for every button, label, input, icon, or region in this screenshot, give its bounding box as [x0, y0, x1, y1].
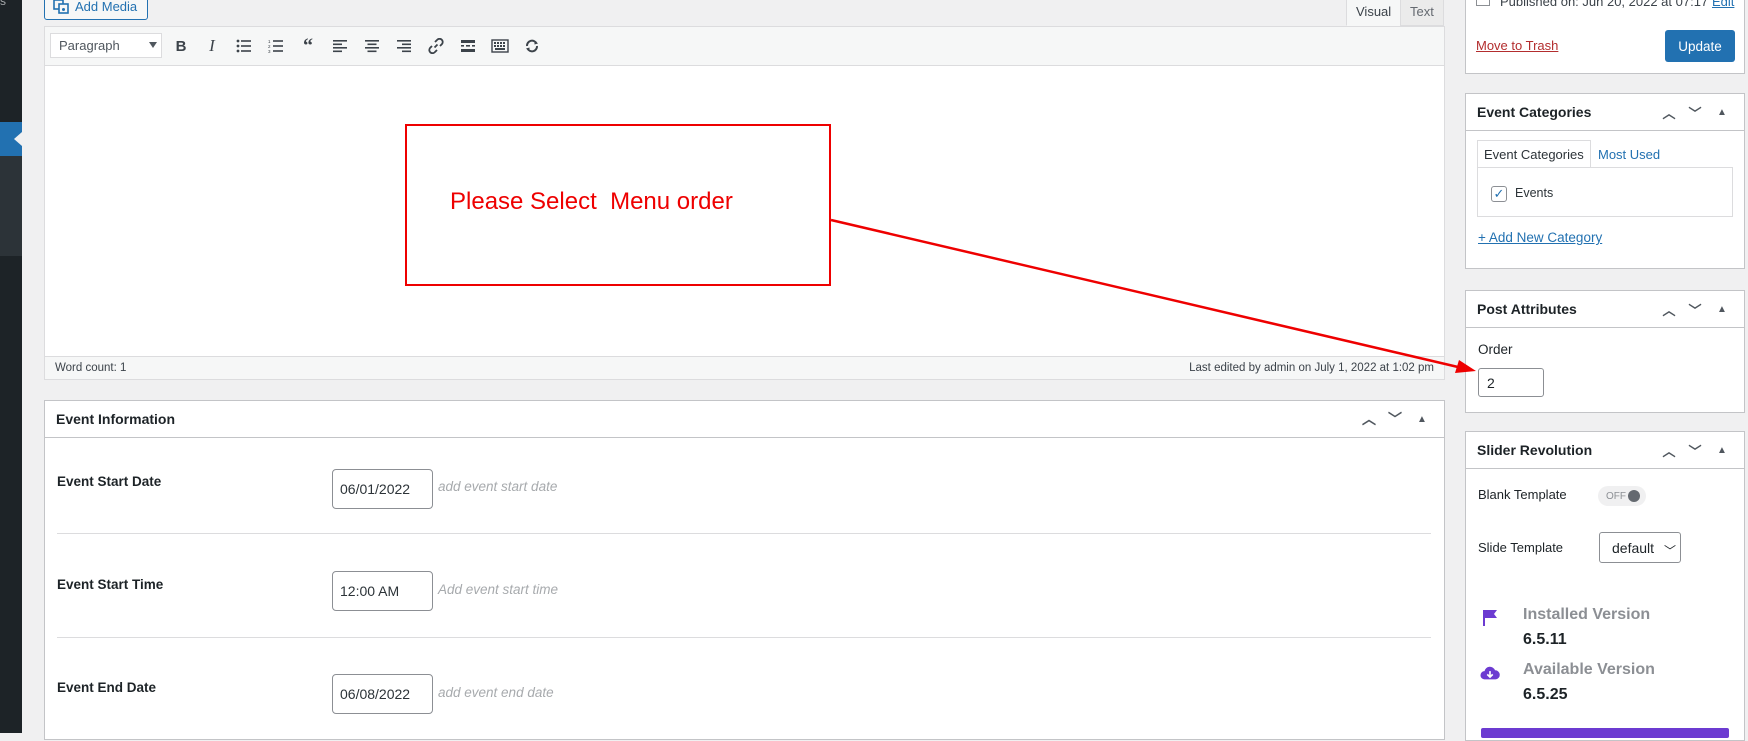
slider-revolution-box	[1465, 431, 1745, 741]
installed-version-label: Installed Version	[1523, 606, 1651, 623]
bulleted-list-icon[interactable]	[231, 35, 257, 57]
category-checkbox[interactable]: ✓	[1491, 186, 1507, 202]
event-start-time-input[interactable]: 12:00 AM	[332, 571, 433, 611]
post-attributes-title: Post Attributes	[1477, 300, 1577, 317]
toggle-knob	[1628, 490, 1640, 502]
move-down-icon[interactable]: ﹀	[1684, 439, 1706, 461]
event-categories-header: Event Categories ︿ ﹀ ▲	[1465, 93, 1745, 131]
cloud-download-icon	[1480, 663, 1500, 683]
move-to-trash-link[interactable]: Move to Trash	[1476, 38, 1558, 53]
blank-template-label: Blank Template	[1478, 487, 1567, 502]
calendar-icon	[1476, 0, 1490, 6]
move-down-icon[interactable]: ﹀	[1684, 101, 1706, 123]
word-count: Word count: 1	[55, 362, 127, 374]
editor-status-bar: Word count: 1 Last edited by admin on Ju…	[44, 356, 1445, 380]
blockquote-icon[interactable]: “	[295, 35, 321, 57]
event-end-date-label: Event End Date	[57, 680, 157, 695]
tab-most-used[interactable]: Most Used	[1592, 140, 1666, 168]
add-media-label: Add Media	[75, 0, 138, 14]
revisions-icon[interactable]	[519, 35, 545, 57]
chevron-down-icon: ﹀	[1664, 544, 1677, 558]
svg-text:3: 3	[268, 49, 271, 53]
admin-menu	[0, 0, 22, 733]
event-categories-title: Event Categories	[1477, 103, 1592, 120]
tab-text[interactable]: Text	[1400, 0, 1444, 26]
edit-publish-date-link[interactable]: Edit	[1712, 0, 1734, 9]
annotation-text: Please Select Menu order	[450, 188, 733, 215]
toolbar-toggle-icon[interactable]	[487, 35, 513, 57]
move-up-icon[interactable]: ︿	[1658, 101, 1680, 123]
align-center-icon[interactable]	[359, 35, 385, 57]
flag-icon	[1480, 608, 1500, 628]
row-divider	[57, 637, 1431, 638]
event-information-box	[44, 400, 1445, 740]
event-information-title: Event Information	[56, 410, 176, 427]
row-divider	[57, 533, 1431, 534]
format-select-value: Paragraph	[59, 38, 120, 53]
collapse-toggle-icon[interactable]: ▲	[1411, 408, 1433, 430]
order-label: Order	[1478, 342, 1513, 357]
event-end-date-hint: add event end date	[438, 685, 554, 700]
move-up-icon[interactable]: ︿	[1358, 408, 1380, 430]
toggle-state: OFF	[1606, 490, 1626, 502]
add-new-category-link[interactable]: + Add New Category	[1478, 230, 1602, 245]
category-label: Events	[1515, 186, 1554, 200]
chevron-down-icon	[149, 42, 157, 48]
update-slider-button[interactable]	[1481, 728, 1729, 738]
collapse-toggle-icon[interactable]: ▲	[1711, 101, 1733, 123]
admin-submenu	[0, 156, 22, 256]
admin-menu-letter: s	[0, 0, 6, 8]
slide-template-label: Slide Template	[1478, 540, 1564, 555]
italic-icon[interactable]: I	[199, 35, 225, 57]
published-date: Published on: Jun 20, 2022 at 07:17	[1500, 0, 1709, 9]
event-start-time-label: Event Start Time	[57, 577, 164, 592]
collapse-toggle-icon[interactable]: ▲	[1711, 439, 1733, 461]
bold-icon[interactable]: B	[168, 35, 194, 57]
event-end-date-input[interactable]: 06/08/2022	[332, 674, 433, 714]
numbered-list-icon[interactable]: 123	[263, 35, 289, 57]
slider-revolution-title: Slider Revolution	[1477, 441, 1593, 458]
move-up-icon[interactable]: ︿	[1658, 298, 1680, 320]
link-icon[interactable]	[423, 35, 449, 57]
event-start-date-label: Event Start Date	[57, 474, 162, 489]
align-left-icon[interactable]	[327, 35, 353, 57]
order-input[interactable]: 2	[1478, 368, 1544, 397]
read-more-icon[interactable]	[455, 35, 481, 57]
event-start-date-hint: add event start date	[438, 479, 558, 494]
active-menu-pointer	[14, 132, 22, 146]
last-edited: Last edited by admin on July 1, 2022 at …	[1189, 362, 1434, 374]
event-start-date-input[interactable]: 06/01/2022	[332, 469, 433, 509]
available-version-number: 6.5.25	[1523, 686, 1568, 703]
move-up-icon[interactable]: ︿	[1658, 439, 1680, 461]
move-down-icon[interactable]: ﹀	[1384, 408, 1406, 430]
tab-all-categories[interactable]: Event Categories	[1477, 140, 1591, 168]
slider-revolution-header: Slider Revolution ︿ ﹀ ▲	[1465, 431, 1745, 469]
media-icon	[53, 0, 69, 14]
update-button[interactable]: Update	[1665, 30, 1735, 62]
post-attributes-header: Post Attributes ︿ ﹀ ▲	[1465, 290, 1745, 328]
available-version-label: Available Version	[1523, 661, 1655, 678]
event-start-time-hint: Add event start time	[438, 582, 559, 597]
collapse-toggle-icon[interactable]: ▲	[1711, 298, 1733, 320]
format-select[interactable]: Paragraph	[50, 33, 162, 58]
move-down-icon[interactable]: ﹀	[1684, 298, 1706, 320]
installed-version-number: 6.5.11	[1523, 631, 1567, 648]
checkmark-icon: ✓	[1493, 186, 1505, 201]
event-information-header: Event Information ︿ ﹀ ▲	[44, 400, 1445, 438]
add-media-button[interactable]: Add Media	[44, 0, 149, 20]
align-right-icon[interactable]	[391, 35, 417, 57]
tab-visual[interactable]: Visual	[1346, 0, 1402, 26]
